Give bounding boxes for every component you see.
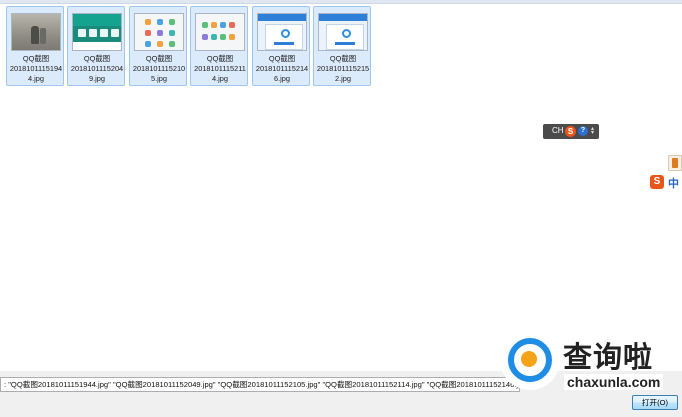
file-name-line: QQ截图 [145, 54, 173, 63]
ime-toolbar[interactable]: CH S ? ▴ ▾ [543, 124, 599, 139]
filename-input[interactable]: : "QQ截图20181011151944.jpg" "QQ截图20181011… [0, 377, 520, 392]
dialog-buttons: 打开(O) [0, 395, 682, 417]
watermark-logo-dot [521, 351, 537, 367]
file-name-line: QQ截图 [83, 54, 111, 63]
file-name: QQ截图 2018101115204 9.jpg [68, 54, 126, 83]
watermark-badge [500, 330, 560, 390]
file-tile[interactable]: QQ截图 2018101115210 5.jpg [129, 6, 187, 86]
file-name-line: 2018101115215 [316, 63, 370, 73]
app-screenshot-thumbnail-icon [72, 13, 122, 51]
file-tile[interactable]: QQ截图 2018101115204 9.jpg [67, 6, 125, 86]
window-top-edge [0, 0, 682, 4]
app-screenshot-thumbnail-icon [257, 13, 307, 51]
file-grid: QQ截图 2018101115194 4.jpg QQ截图 2018101115… [6, 6, 376, 88]
app-screenshot-thumbnail-icon [195, 13, 245, 51]
file-tile[interactable]: QQ截图 2018101115215 2.jpg [313, 6, 371, 86]
file-name: QQ截图 2018101115214 6.jpg [253, 54, 311, 83]
file-name-line: 2018101115211 [194, 63, 246, 73]
ime-status-bar[interactable]: S 中 [650, 174, 682, 190]
file-tile[interactable]: QQ截图 2018101115211 4.jpg [190, 6, 248, 86]
file-name-line: 2018101115214 [255, 63, 309, 73]
watermark: 查询啦 chaxunla.com [500, 330, 676, 392]
file-name-line: QQ截图 [22, 54, 50, 63]
file-name-line: QQ截图 [329, 54, 357, 63]
watermark-title: 查询啦 [563, 340, 654, 374]
sogou-icon[interactable]: S [650, 175, 664, 189]
app-screenshot-thumbnail-icon [134, 13, 184, 51]
file-name-line: 2018101115204 [70, 63, 124, 73]
ime-skin-icon [672, 158, 678, 168]
file-name-line: 4.jpg [27, 73, 45, 83]
help-icon[interactable]: ? [578, 126, 588, 136]
ime-language-indicator[interactable]: CH [552, 126, 564, 135]
app-screenshot-thumbnail-icon [318, 13, 368, 51]
file-name-line: 9.jpg [88, 73, 106, 83]
file-name-line: 5.jpg [150, 73, 168, 83]
watermark-url: chaxunla.com [564, 374, 664, 390]
ime-side-handle[interactable] [668, 155, 682, 171]
file-name: QQ截图 2018101115194 4.jpg [7, 54, 65, 83]
photo-thumbnail-icon [11, 13, 61, 51]
file-name-line: QQ截图 [206, 54, 234, 63]
file-name-line: 4.jpg [211, 73, 229, 83]
open-button[interactable]: 打开(O) [632, 395, 678, 410]
file-name-line: 2018101115210 [132, 63, 186, 73]
ime-mode-indicator[interactable]: 中 [668, 175, 679, 191]
file-name: QQ截图 2018101115215 2.jpg [314, 54, 372, 83]
sogou-icon[interactable]: S [565, 126, 576, 137]
file-tile[interactable]: QQ截图 2018101115194 4.jpg [6, 6, 64, 86]
file-name-line: 6.jpg [273, 73, 291, 83]
file-name: QQ截图 2018101115211 4.jpg [191, 54, 249, 83]
ime-menu-arrows-icon[interactable]: ▴ ▾ [591, 126, 595, 136]
file-tile[interactable]: QQ截图 2018101115214 6.jpg [252, 6, 310, 86]
file-name-line: QQ截图 [268, 54, 296, 63]
file-name: QQ截图 2018101115210 5.jpg [130, 54, 188, 83]
file-name-line: 2018101115194 [9, 63, 63, 73]
file-name-line: 2.jpg [334, 73, 352, 83]
